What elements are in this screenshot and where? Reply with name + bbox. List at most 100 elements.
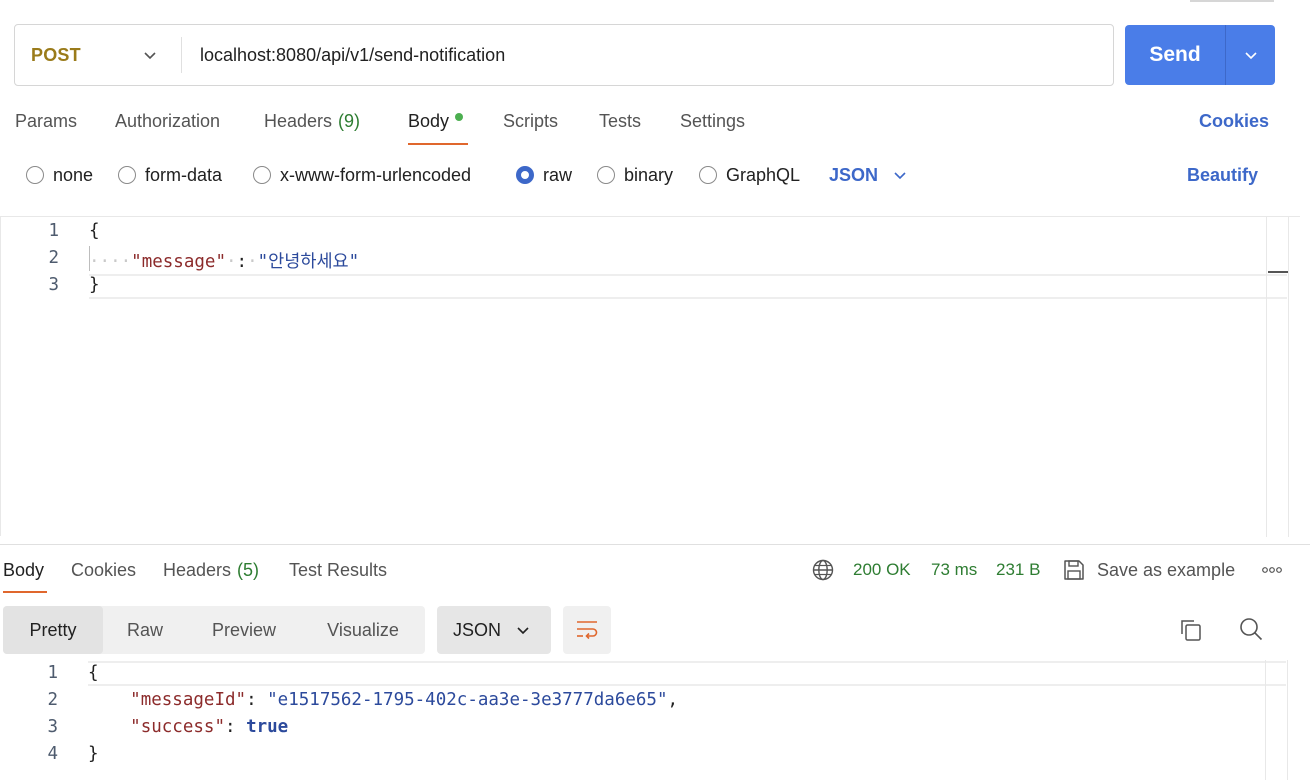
top-edge-stub	[1190, 0, 1274, 2]
save-icon	[1064, 560, 1084, 580]
editor-scroll-edge	[1287, 660, 1288, 780]
chevron-down-icon	[144, 52, 156, 60]
radio-circle	[253, 166, 271, 184]
response-time[interactable]: 73 ms	[931, 557, 977, 583]
resp-tab-headers-count: (5)	[237, 559, 260, 580]
radio-label: GraphQL	[726, 164, 801, 185]
json-value: true	[246, 717, 289, 737]
line-number: 4	[47, 744, 58, 764]
code-token: {	[88, 663, 99, 683]
line-number: 1	[47, 663, 58, 683]
code-token: }	[89, 275, 100, 295]
response-format-select[interactable]: JSON	[437, 606, 551, 654]
request-url-bar: POST localhost:8080/api/v1/send-notifica…	[14, 24, 1114, 86]
code-line: "messageId": "e1517562-1795-402c-aa3e-3e…	[130, 690, 679, 710]
line-number: 3	[48, 275, 59, 295]
line-number: 2	[47, 690, 58, 710]
code-token: {	[89, 221, 100, 241]
radio-urlencoded[interactable]: x-www-form-urlencoded	[253, 162, 471, 188]
radio-form-data[interactable]: form-data	[118, 162, 222, 188]
tab-settings[interactable]: Settings	[680, 108, 745, 134]
active-line-highlight	[88, 661, 1286, 686]
tab-headers-count: (9)	[338, 110, 361, 131]
view-visualize[interactable]: Visualize	[301, 606, 425, 654]
tab-authorization[interactable]: Authorization	[115, 108, 220, 134]
json-key: "success"	[130, 717, 225, 737]
radio-circle	[597, 166, 615, 184]
save-as-example-label: Save as example	[1097, 559, 1236, 580]
cookies-link[interactable]: Cookies	[1199, 108, 1269, 134]
radio-label: binary	[624, 164, 674, 185]
chevron-down-icon	[894, 172, 906, 180]
tab-scripts[interactable]: Scripts	[503, 108, 558, 134]
view-pretty[interactable]: Pretty	[3, 606, 103, 654]
radio-label: form-data	[145, 164, 223, 185]
tab-tests[interactable]: Tests	[599, 108, 641, 134]
view-preview[interactable]: Preview	[187, 606, 301, 654]
editor-scroll-track	[1266, 217, 1267, 537]
tab-body-label: Body	[408, 110, 450, 131]
radio-circle	[26, 166, 44, 184]
radio-label: raw	[543, 164, 573, 185]
radio-label: x-www-form-urlencoded	[280, 164, 472, 185]
radio-circle-checked	[516, 166, 534, 184]
resp-tab-headers-label: Headers	[163, 559, 232, 580]
url-input[interactable]: localhost:8080/api/v1/send-notification	[200, 25, 505, 85]
wrap-lines-button[interactable]	[563, 606, 611, 654]
send-button[interactable]: Send	[1125, 25, 1275, 85]
response-view-segment: Pretty Raw Preview Visualize	[3, 606, 425, 654]
line-number: 3	[47, 717, 58, 737]
resp-tab-body[interactable]: Body	[3, 557, 44, 583]
json-colon: :	[236, 252, 248, 272]
save-as-example-button[interactable]: Save as example	[1063, 557, 1235, 583]
body-status-dot	[455, 113, 464, 121]
active-tab-underline	[408, 143, 468, 145]
chevron-down-icon[interactable]	[1242, 46, 1260, 64]
active-tab-underline	[3, 591, 47, 593]
code-line: {	[88, 663, 99, 683]
radio-raw[interactable]: raw	[516, 162, 572, 188]
chevron-down-icon	[517, 627, 529, 635]
whitespace-dots: ·	[225, 252, 237, 272]
code-line: "success": true	[130, 717, 289, 737]
method-select[interactable]: POST	[15, 25, 181, 85]
status-code[interactable]: 200 OK	[853, 557, 911, 583]
tab-params[interactable]: Params	[15, 108, 77, 134]
pane-divider[interactable]	[0, 544, 1310, 545]
view-raw[interactable]: Raw	[103, 606, 187, 654]
send-label: Send	[1149, 43, 1201, 66]
editor-scroll-track	[1265, 660, 1266, 780]
search-icon[interactable]	[1239, 617, 1263, 641]
whitespace-dots: ····	[89, 252, 132, 272]
radio-circle	[699, 166, 717, 184]
radio-binary[interactable]: binary	[597, 162, 673, 188]
resp-tab-headers[interactable]: Headers (5)	[163, 557, 259, 583]
response-body-viewer[interactable]: 1 2 3 4 { "messageId": "e1517562-1795-40…	[0, 660, 1300, 780]
line-number: 1	[48, 221, 59, 241]
radio-graphql[interactable]: GraphQL	[699, 162, 800, 188]
wrap-lines-icon	[577, 621, 598, 640]
json-value: "안녕하세요"	[257, 252, 360, 272]
request-body-editor[interactable]: 1 2 3 { ····"message"·:·"안녕하세요" }	[0, 216, 1300, 537]
whitespace-dots: ·	[247, 252, 258, 272]
code-line: }	[88, 744, 99, 764]
code-line: }	[89, 275, 100, 295]
globe-icon[interactable]	[812, 559, 834, 581]
code-line: {	[89, 221, 100, 241]
beautify-link[interactable]: Beautify	[1187, 162, 1258, 188]
editor-scrollbar[interactable]	[1268, 271, 1288, 273]
editor-scroll-edge	[1288, 217, 1289, 537]
resp-tab-test-results[interactable]: Test Results	[289, 557, 387, 583]
tab-body[interactable]: Body	[408, 108, 464, 134]
json-key: "messageId"	[130, 690, 247, 710]
raw-format-label: JSON	[829, 164, 879, 185]
copy-icon[interactable]	[1179, 618, 1203, 642]
radio-none[interactable]: none	[26, 162, 93, 188]
raw-format-select[interactable]: JSON	[829, 162, 908, 188]
more-icon[interactable]	[1261, 565, 1283, 575]
response-size[interactable]: 231 B	[996, 557, 1040, 583]
tab-headers[interactable]: Headers (9)	[264, 108, 360, 134]
tab-headers-label: Headers	[264, 110, 333, 131]
resp-tab-cookies[interactable]: Cookies	[71, 557, 136, 583]
send-divider	[1225, 25, 1226, 85]
